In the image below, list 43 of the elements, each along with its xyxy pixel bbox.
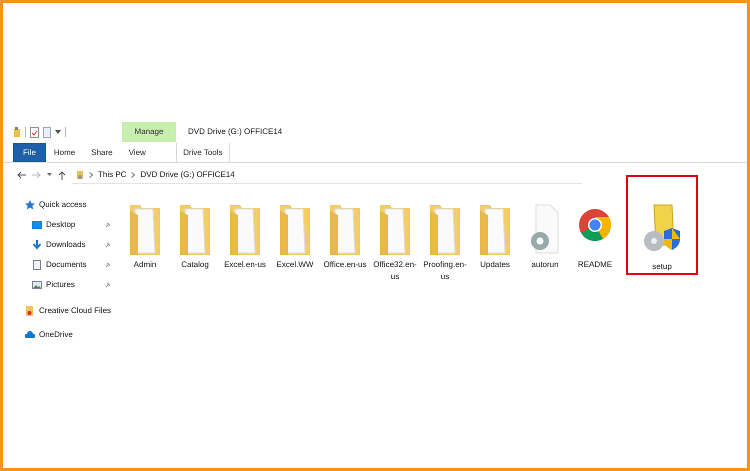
chevron-icon[interactable] [131,172,136,178]
star-icon [25,200,35,210]
folder-icon [25,306,35,316]
back-icon[interactable] [17,171,26,179]
file-name[interactable]: setup [639,261,685,273]
download-icon [32,240,42,250]
breadcrumb[interactable]: This PC [98,168,126,180]
pictures-icon [32,280,42,290]
file-name[interactable]: Updates [472,259,518,271]
recent-dropdown-icon[interactable] [47,173,52,177]
file-name[interactable]: Office.en-us [322,259,368,271]
window-title: DVD Drive (G:) OFFICE14 [188,126,282,138]
dropdown-icon[interactable] [55,130,61,134]
file-name[interactable]: README [572,259,618,271]
sidebar-item[interactable]: Downloads [46,239,102,251]
file-name[interactable]: Excel.WW [272,259,318,271]
forward-icon[interactable] [32,171,41,179]
cloud-icon [25,330,35,340]
file-name[interactable]: Admin [122,259,168,271]
desktop-icon [32,220,42,230]
properties-icon[interactable] [30,126,39,138]
sidebar-item[interactable]: Pictures [46,279,102,291]
file-name[interactable]: autorun [522,259,568,271]
sidebar-item[interactable]: OneDrive [39,329,112,341]
ribbon-tab[interactable]: Home [46,143,84,162]
sidebar-item[interactable]: Desktop [46,219,102,231]
sidebar-item[interactable]: Quick access [39,199,112,211]
file-name[interactable]: Proofing.en-us [422,259,468,283]
file-name[interactable]: Excel.en-us [222,259,268,271]
chevron-icon[interactable] [89,172,93,178]
drive-icon [76,169,84,180]
sidebar-item[interactable]: Documents [46,259,102,271]
file-name[interactable]: Office32.en-us [372,259,418,283]
document-icon [32,260,42,270]
lock-folder-icon[interactable] [13,126,21,138]
sidebar-item[interactable]: Creative Cloud Files [39,305,112,317]
breadcrumb[interactable]: DVD Drive (G:) OFFICE14 [140,168,235,180]
up-icon[interactable] [58,170,66,180]
context-tab-group: Manage [122,122,176,142]
file-name[interactable]: Catalog [172,259,218,271]
ribbon-tab[interactable]: Share [83,143,121,162]
file-tab[interactable]: File [13,143,46,162]
ribbon-tab[interactable]: View [120,143,154,162]
